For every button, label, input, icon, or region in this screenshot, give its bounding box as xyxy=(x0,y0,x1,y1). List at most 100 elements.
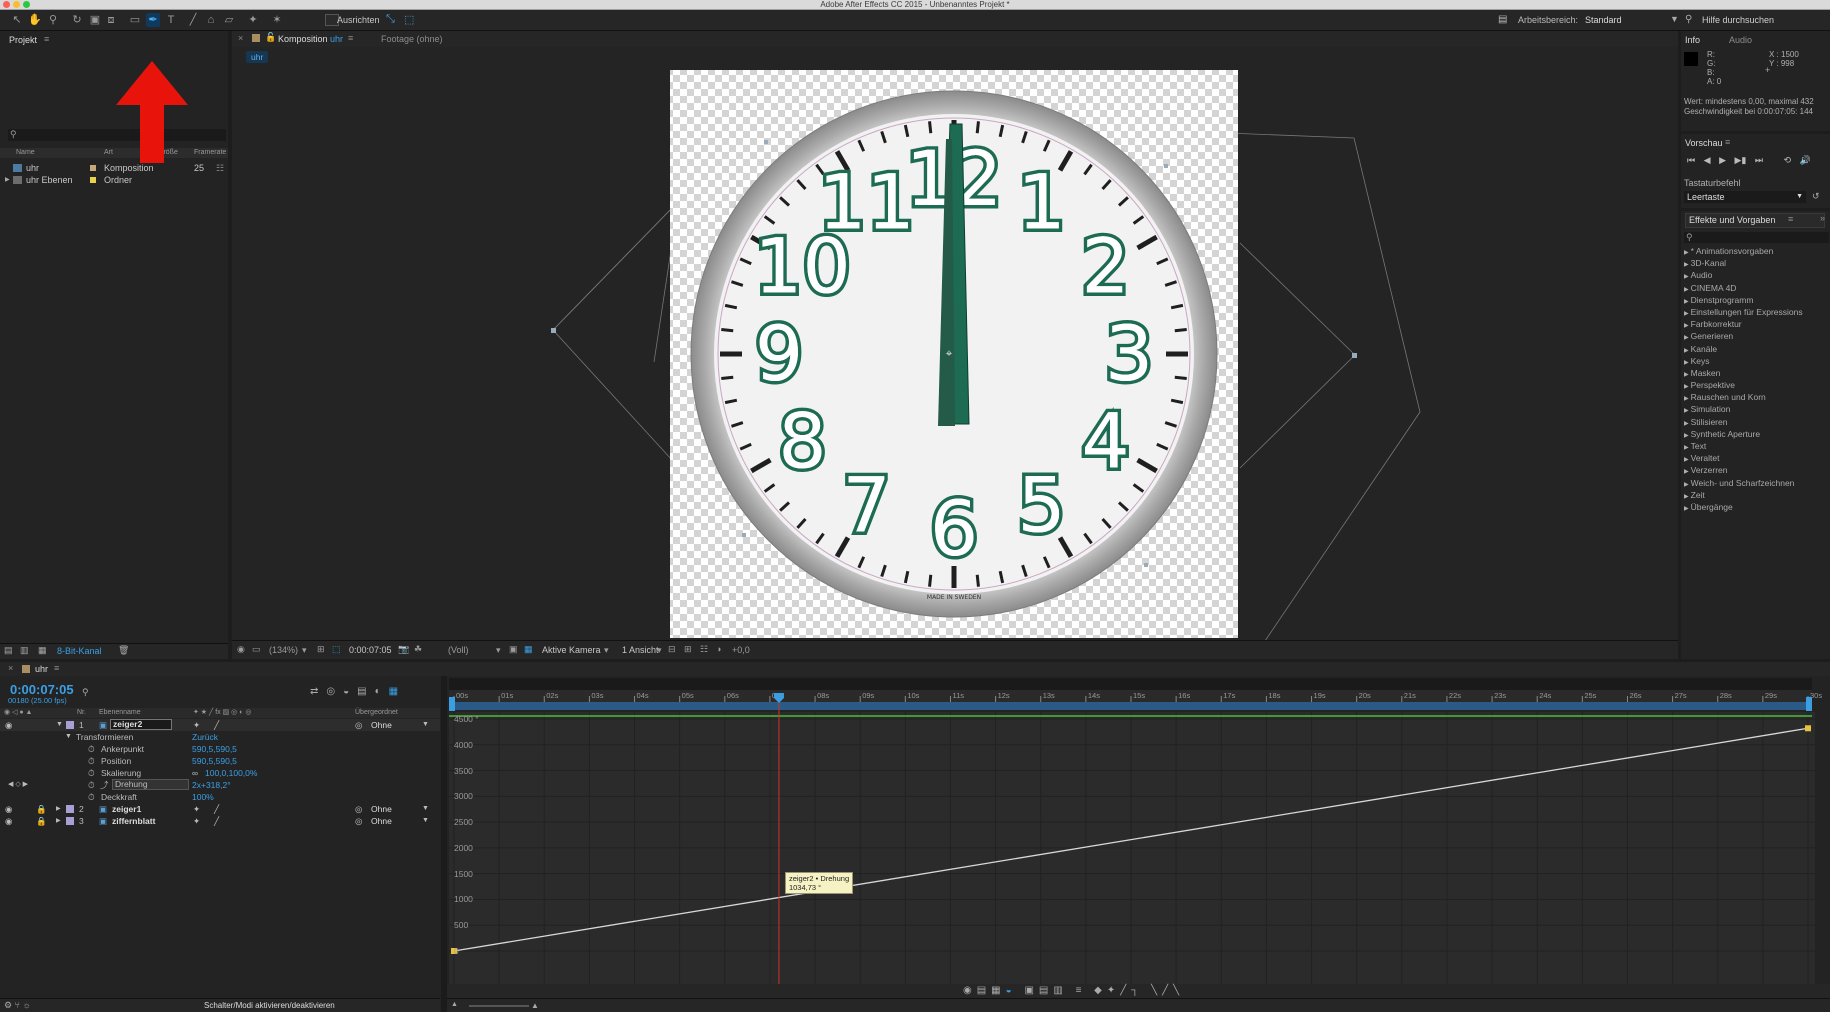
effect-category[interactable]: Synthetic Aperture xyxy=(1684,428,1829,440)
work-area-range[interactable] xyxy=(449,702,1812,710)
effect-category[interactable]: Perspektive xyxy=(1684,379,1829,391)
shortcut-select[interactable]: Leertaste ▼ xyxy=(1684,191,1806,203)
snap-icon[interactable]: ⤡ xyxy=(386,13,395,26)
chevron-down-icon[interactable]: ▾ xyxy=(604,645,609,656)
effects-search-input[interactable]: ⚲ xyxy=(1684,232,1829,243)
zoom-tool-icon[interactable]: ⚲ xyxy=(46,13,60,27)
bit-depth-label[interactable]: 8-Bit-Kanal xyxy=(57,646,102,656)
work-area-bar[interactable] xyxy=(449,678,1812,690)
transparency-grid-icon[interactable]: ▦ xyxy=(524,644,533,655)
audio-icon[interactable]: 🔊 xyxy=(1800,155,1811,165)
effect-category[interactable]: Text xyxy=(1684,440,1829,452)
new-composition-icon[interactable]: ▦ xyxy=(38,645,47,656)
zoom-out-icon[interactable]: ▲ xyxy=(451,1001,458,1008)
zoom-slider[interactable] xyxy=(469,1005,529,1007)
selection-tool-icon[interactable]: ↖ xyxy=(10,13,24,27)
layer-handle[interactable] xyxy=(764,140,768,144)
eraser-tool-icon[interactable]: ▱ xyxy=(222,13,236,27)
chevron-down-icon[interactable]: ▾ xyxy=(496,645,501,656)
chevron-down-icon[interactable]: ▼ xyxy=(1670,14,1679,24)
graph-area[interactable] xyxy=(449,712,1815,998)
fast-previews-icon[interactable]: ⊞ xyxy=(684,644,692,655)
channels-icon[interactable]: ☘ xyxy=(414,644,422,655)
snapshot-icon[interactable]: 📷 xyxy=(398,644,409,655)
chevron-right-icon[interactable]: ▶ xyxy=(5,174,10,186)
rectangle-tool-icon[interactable]: ▭ xyxy=(128,13,142,27)
reset-icon[interactable]: ↺ xyxy=(1812,191,1820,202)
layer-handle[interactable] xyxy=(742,533,746,537)
graph-editor[interactable]: 00s01s02s03s04s05s06s07s08s09s10s11s12s1… xyxy=(0,662,1830,1012)
minimize-window-button[interactable] xyxy=(13,1,20,8)
puppet-pin-tool-icon[interactable]: ✶ xyxy=(270,13,284,27)
col-name[interactable]: Name xyxy=(16,148,35,158)
toggle-pixel-aspect-icon[interactable]: ⊟ xyxy=(668,644,676,655)
effect-category[interactable]: Dienstprogramm xyxy=(1684,294,1829,306)
effect-category[interactable]: Stilisieren xyxy=(1684,416,1829,428)
zoom-in-icon[interactable]: ▲ xyxy=(531,1001,539,1010)
toggle-switches-modes[interactable]: Schalter/Modi aktivieren/deaktivieren xyxy=(204,1001,335,1010)
expand-icon[interactable]: » xyxy=(1820,213,1825,223)
text-tool-icon[interactable]: T xyxy=(164,13,178,27)
effect-category[interactable]: Keys xyxy=(1684,355,1829,367)
effect-category[interactable]: Übergänge xyxy=(1684,501,1829,513)
effect-category[interactable]: 3D-Kanal xyxy=(1684,257,1829,269)
col-framerate[interactable]: Framerate xyxy=(194,148,226,158)
help-search-input[interactable]: Hilfe durchsuchen xyxy=(1702,15,1774,25)
camera-tool-icon[interactable]: ▣ xyxy=(88,13,102,27)
timeline-options-icon[interactable]: ⚙ ⑂ ☼ xyxy=(4,1000,31,1011)
camera-select[interactable]: Aktive Kamera xyxy=(542,645,601,656)
label-swatch[interactable] xyxy=(90,177,96,183)
work-area-start[interactable] xyxy=(449,697,455,711)
exposure-reset-icon[interactable]: ◑ xyxy=(716,644,721,655)
always-preview-icon[interactable]: ◉ xyxy=(237,644,245,655)
col-type[interactable]: Art xyxy=(104,148,113,158)
bezier-handle[interactable] xyxy=(551,328,556,333)
region-of-interest-icon[interactable]: ▣ xyxy=(509,644,518,655)
work-area-end[interactable] xyxy=(1806,697,1812,711)
pen-tool-icon[interactable]: ✒ xyxy=(146,13,160,27)
zoom-window-button[interactable] xyxy=(23,1,30,8)
effect-category[interactable]: Weich- und Scharfzeichnen xyxy=(1684,477,1829,489)
flowchart-icon[interactable]: ☷ xyxy=(216,162,224,174)
panel-menu-icon[interactable]: ≡ xyxy=(348,33,353,43)
mask-visibility-icon[interactable]: ⬚ xyxy=(332,644,341,655)
tab-preview[interactable]: Vorschau xyxy=(1685,136,1723,150)
panel-menu-icon[interactable]: ≡ xyxy=(1788,214,1793,224)
next-frame-icon[interactable]: ▶▮ xyxy=(1735,155,1747,165)
effect-category[interactable]: Rauschen und Korn xyxy=(1684,391,1829,403)
new-folder-icon[interactable]: ▥ xyxy=(20,645,29,656)
safe-zones-icon[interactable]: ⊞ xyxy=(317,644,325,655)
effect-category[interactable]: Generieren xyxy=(1684,330,1829,342)
first-frame-icon[interactable]: ⏮ xyxy=(1687,155,1695,165)
brush-tool-icon[interactable]: ╱ xyxy=(186,13,200,27)
bezier-handle[interactable] xyxy=(1352,353,1357,358)
layer-handle[interactable] xyxy=(1164,164,1168,168)
previous-frame-icon[interactable]: ◀ xyxy=(1704,155,1711,165)
close-tab-icon[interactable]: × xyxy=(238,33,243,43)
effect-category[interactable]: Einstellungen für Expressions xyxy=(1684,306,1829,318)
project-item-row[interactable]: ▶ uhr Ebenen Ordner xyxy=(0,174,228,186)
tab-effects[interactable]: Effekte und Vorgaben xyxy=(1689,213,1775,227)
effect-category[interactable]: Zeit xyxy=(1684,489,1829,501)
play-icon[interactable]: ▶ xyxy=(1719,155,1726,165)
roto-brush-tool-icon[interactable]: ✦ xyxy=(246,13,260,27)
interpret-footage-icon[interactable]: ▤ xyxy=(4,645,13,656)
effect-category[interactable]: Verzerren xyxy=(1684,464,1829,476)
tab-project[interactable]: Projekt xyxy=(9,33,37,47)
effect-category[interactable]: Kanäle xyxy=(1684,343,1829,355)
loop-icon[interactable]: ⟲ xyxy=(1784,155,1792,165)
composition-viewer[interactable]: 121211223344556677889910101111MADE IN SW… xyxy=(232,68,1678,640)
comp-timecode[interactable]: 0:00:07:05 xyxy=(349,645,392,656)
effect-category[interactable]: Farbkorrektur xyxy=(1684,318,1829,330)
flowchart-icon[interactable]: ☷ xyxy=(700,644,708,655)
lock-icon[interactable]: 🔓 xyxy=(265,32,276,43)
project-item-row[interactable]: uhr Komposition 25 ☷ xyxy=(0,162,228,174)
tab-info[interactable]: Info xyxy=(1685,33,1700,47)
tab-composition[interactable]: Komposition uhr xyxy=(278,32,343,46)
keyframe-end[interactable] xyxy=(1805,725,1811,732)
anchor-point-icon[interactable]: ⌖ xyxy=(946,346,953,360)
rotate-tool-icon[interactable]: ↻ xyxy=(70,13,84,27)
views-select[interactable]: 1 Ansicht xyxy=(622,645,659,656)
chevron-down-icon[interactable]: ▾ xyxy=(657,645,662,656)
effect-category[interactable]: Masken xyxy=(1684,367,1829,379)
